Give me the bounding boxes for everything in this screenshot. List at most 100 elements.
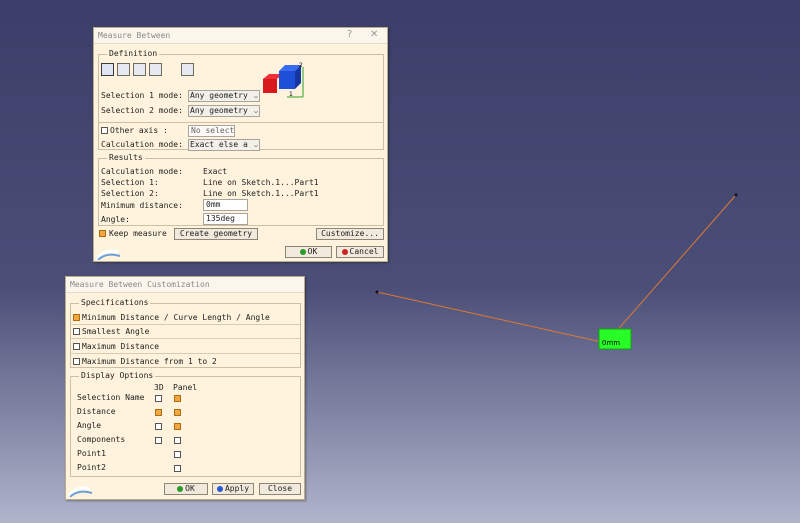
display-row-label: Components — [77, 435, 126, 444]
cancel-button[interactable]: Cancel — [336, 246, 384, 258]
measure-between-dialog: Measure Between ? ✕ Definition 2 1 Selec… — [93, 27, 388, 262]
other-axis-label: Other axis : — [110, 126, 168, 135]
divider — [71, 338, 300, 339]
spec-checkbox[interactable] — [73, 328, 80, 335]
customize-button[interactable]: Customize... — [316, 228, 384, 240]
spec-label: Maximum Distance — [82, 342, 160, 351]
keep-measure-checkbox[interactable] — [99, 230, 106, 237]
specifications-group: Specifications Minimum Distance / Curve … — [70, 298, 301, 368]
selection2-mode-select[interactable]: Any geometry ⌵ — [188, 105, 260, 117]
cancel-label: Cancel — [349, 247, 379, 256]
ok-label: OK — [185, 484, 195, 493]
selection-cubes-icon: 2 1 — [263, 62, 304, 98]
close-icon[interactable]: ✕ — [370, 28, 378, 42]
selection2-mode-value: Any geometry — [190, 106, 248, 115]
keep-measure-label: Keep measure — [109, 229, 167, 238]
calculation-mode-value: Exact else a — [190, 140, 248, 149]
result-value: Exact — [203, 167, 228, 176]
definition-title: Definition — [107, 49, 160, 59]
display-row-label: Distance — [77, 407, 116, 416]
ok-button[interactable]: OK — [285, 246, 332, 258]
column-3d-header: 3D — [154, 383, 164, 392]
measure-between-titlebar[interactable]: Measure Between ? ✕ — [94, 28, 387, 44]
customization-titlebar[interactable]: Measure Between Customization — [66, 277, 304, 293]
customization-dialog: Measure Between Customization Specificat… — [65, 276, 305, 500]
display-row-label: Point2 — [77, 463, 106, 472]
min-distance-label: Minimum distance: — [101, 201, 183, 210]
catia-logo-icon — [96, 249, 121, 260]
measure-label-text: 0mm — [602, 339, 620, 347]
selection1-mode-value: Any geometry — [190, 91, 248, 100]
svg-text:2: 2 — [299, 62, 303, 69]
display-options-group: Display Options 3D Panel Selection Name … — [70, 371, 301, 477]
help-icon[interactable]: ? — [347, 28, 352, 42]
selection1-mode-select[interactable]: Any geometry ⌵ — [188, 90, 260, 102]
calculation-mode-select[interactable]: Exact else a ⌵ — [188, 139, 260, 151]
spec-checkbox[interactable] — [73, 343, 80, 350]
apply-icon — [216, 486, 223, 492]
display-row-label: Point1 — [77, 449, 106, 458]
min-distance-field: 0mm — [203, 199, 248, 211]
selection2-mode-label: Selection 2 mode: — [101, 106, 183, 115]
other-axis-checkbox[interactable] — [101, 127, 108, 134]
results-group: Results Calculation mode: Exact Selectio… — [98, 153, 384, 226]
specifications-title: Specifications — [79, 298, 151, 308]
angle-label: Angle: — [101, 215, 130, 224]
dialog-title: Measure Between Customization — [70, 280, 210, 289]
spec-label: Maximum Distance from 1 to 2 — [82, 357, 217, 366]
calculation-mode-label: Calculation mode: — [101, 140, 183, 149]
ok-button[interactable]: OK — [164, 483, 208, 495]
angle-field: 135deg — [203, 213, 248, 225]
ok-icon — [299, 249, 306, 255]
divider — [99, 122, 383, 123]
chevron-down-icon: ⌵ — [253, 107, 258, 115]
close-button[interactable]: Close — [259, 483, 301, 495]
results-title: Results — [107, 153, 145, 163]
line-endpoint — [734, 193, 738, 197]
measure-fan-icon[interactable] — [133, 63, 146, 76]
result-value: Line on Sketch.1...Part1 — [203, 178, 319, 187]
svg-text:1: 1 — [289, 91, 293, 98]
definition-group: Definition 2 1 Selection 1 mode: Any geo… — [98, 49, 384, 151]
display-3d-checkbox[interactable] — [155, 409, 162, 416]
display-panel-checkbox[interactable] — [174, 409, 181, 416]
catia-logo-icon — [68, 486, 93, 497]
spec-checkbox[interactable] — [73, 358, 80, 365]
measure-in-chain-icon[interactable] — [117, 63, 130, 76]
apply-button[interactable]: Apply — [212, 483, 254, 495]
divider — [71, 324, 300, 325]
spec-label: Minimum Distance / Curve Length / Angle — [82, 313, 270, 322]
chevron-down-icon: ⌵ — [253, 92, 258, 100]
display-3d-checkbox[interactable] — [155, 395, 162, 402]
measure-item-icon[interactable] — [149, 63, 162, 76]
measure-between-icon[interactable] — [101, 63, 114, 76]
chevron-down-icon: ⌵ — [253, 141, 258, 149]
display-panel-checkbox[interactable] — [174, 437, 181, 444]
result-value: Line on Sketch.1...Part1 — [203, 189, 319, 198]
display-panel-checkbox[interactable] — [174, 395, 181, 402]
ok-icon — [177, 486, 184, 492]
spec-checkbox[interactable] — [73, 314, 80, 321]
display-row-label: Selection Name — [77, 393, 145, 402]
line-endpoint — [375, 290, 379, 294]
display-panel-checkbox[interactable] — [174, 451, 181, 458]
result-label: Selection 1: — [101, 178, 159, 187]
divider — [71, 353, 300, 354]
column-panel-header: Panel — [173, 383, 198, 392]
display-panel-checkbox[interactable] — [174, 465, 181, 472]
display-row-label: Angle — [77, 421, 102, 430]
display-panel-checkbox[interactable] — [174, 423, 181, 430]
result-label: Selection 2: — [101, 189, 159, 198]
display-3d-checkbox[interactable] — [155, 437, 162, 444]
spec-label: Smallest Angle — [82, 327, 150, 336]
display-options-title: Display Options — [79, 371, 156, 381]
measure-thickness-icon[interactable] — [181, 63, 194, 76]
result-label: Calculation mode: — [101, 167, 183, 176]
dialog-title: Measure Between — [98, 31, 171, 40]
display-3d-checkbox[interactable] — [155, 423, 162, 430]
create-geometry-button[interactable]: Create geometry — [174, 228, 258, 240]
apply-label: Apply — [224, 484, 250, 493]
other-axis-field[interactable]: No select — [188, 125, 235, 137]
selection1-mode-label: Selection 1 mode: — [101, 91, 183, 100]
ok-label: OK — [307, 247, 318, 256]
